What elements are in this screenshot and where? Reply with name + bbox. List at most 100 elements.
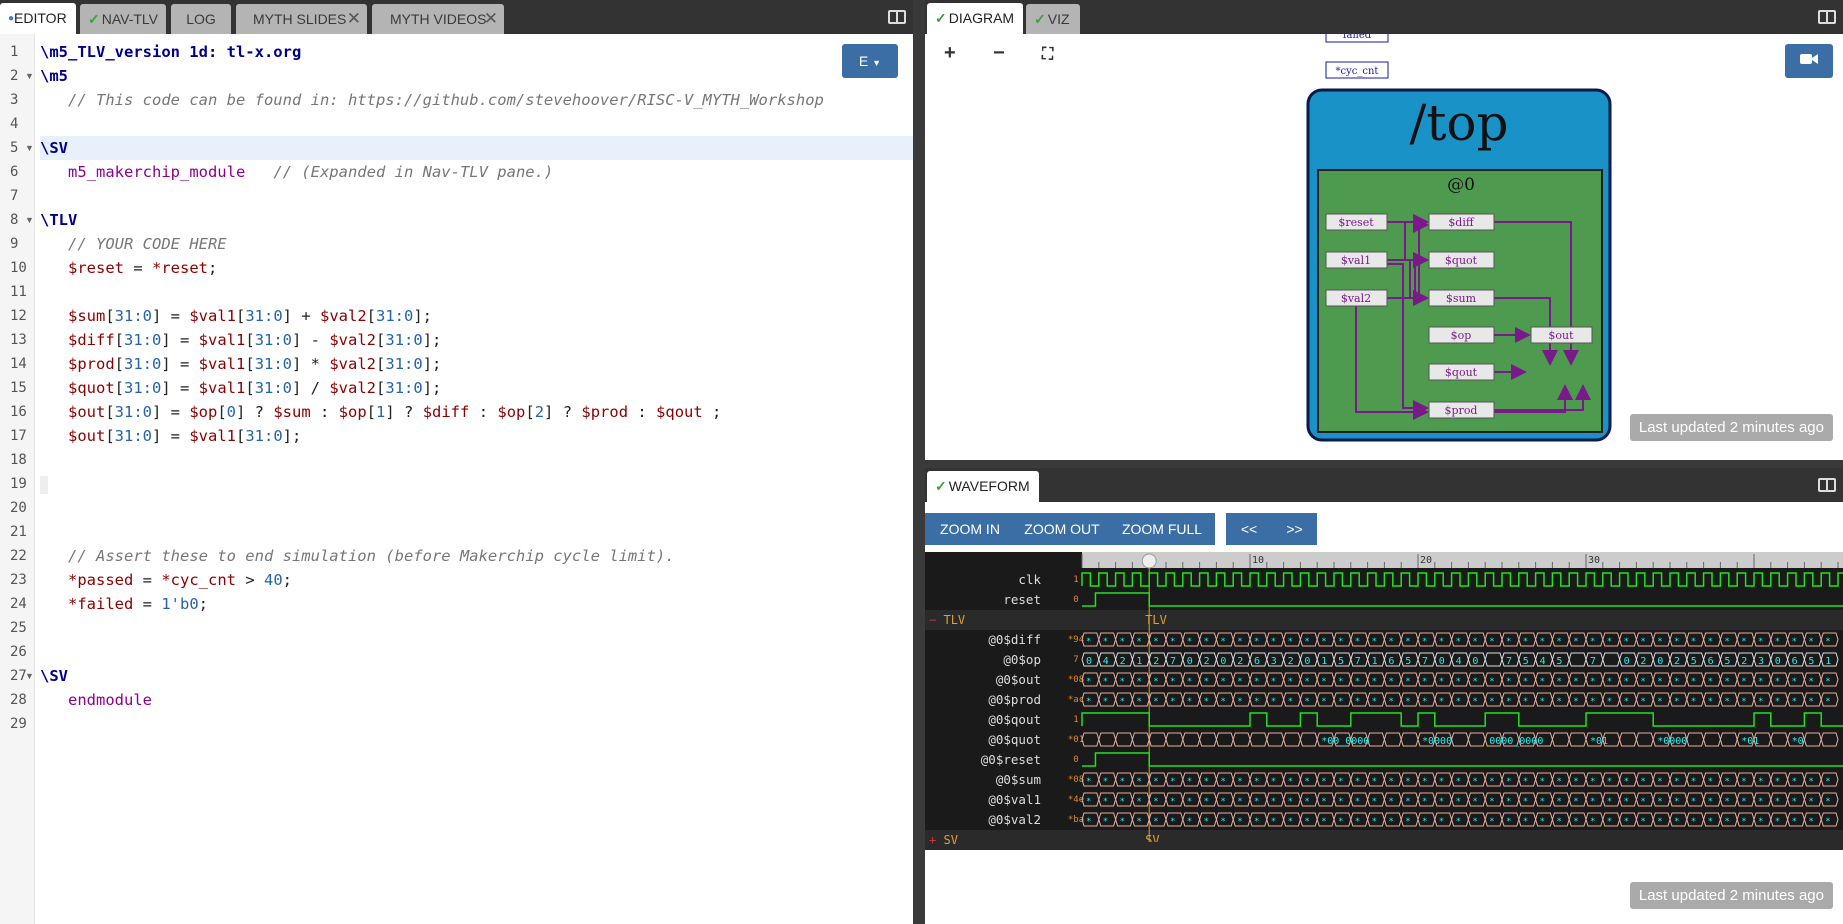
scroll-right-button[interactable]: >> — [1272, 513, 1317, 545]
bus-value: * — [1304, 677, 1309, 687]
split-layout-icon[interactable] — [1818, 10, 1836, 24]
zoom-full-button[interactable]: ZOOM FULL — [1109, 513, 1215, 545]
bus-value: * — [1422, 777, 1427, 787]
bus-value: * — [1288, 817, 1293, 827]
code-line[interactable]: $prod[31:0] = $val1[31:0] * $val2[31:0]; — [40, 352, 913, 376]
bus-value: * — [1708, 817, 1713, 827]
tab-editor[interactable]: ●EDITOR — [0, 3, 76, 34]
op-value: 5 — [1556, 656, 1562, 667]
code-line[interactable]: $diff[31:0] = $val1[31:0] - $val2[31:0]; — [40, 328, 913, 352]
tab-nav-tlv-label: NAV-TLV — [101, 11, 159, 27]
zoom-out-button-label: ZOOM OUT — [1024, 521, 1100, 537]
code-line[interactable] — [40, 184, 913, 208]
tab-myth-slides[interactable]: MYTH SLIDES ✕ — [236, 4, 367, 34]
bus-segment — [1199, 732, 1217, 747]
tab-waveform[interactable]: ✓ WAVEFORM — [927, 471, 1039, 502]
bus-value: * — [1153, 777, 1158, 787]
bus-value: * — [1237, 677, 1242, 687]
fit-icon[interactable]: ⛶ — [1042, 46, 1053, 64]
bus-value: * — [1204, 777, 1209, 787]
code-line[interactable] — [40, 520, 913, 544]
code-line[interactable] — [40, 496, 913, 520]
code-line[interactable]: m5_makerchip_module // (Expanded in Nav-… — [40, 160, 913, 184]
scroll-left-button[interactable]: << — [1226, 513, 1272, 545]
time-ruler[interactable] — [1082, 552, 1843, 568]
code-line[interactable]: $reset = *reset; — [40, 256, 913, 280]
zoom-out-icon[interactable]: − — [993, 42, 1005, 65]
code-line[interactable]: \m5_TLV_version 1d: tl-x.org — [40, 40, 913, 64]
split-layout-icon[interactable] — [888, 10, 906, 24]
line-gutter: 1 2 ▼ 3 4 5 ▼ 6 7 8 ▼ 9 10 11 12 13 14 15 16 17 18 19 20 21 22 23… — [0, 34, 35, 924]
bus-segment — [1820, 732, 1839, 747]
e-menu-button[interactable]: E ▼ — [842, 44, 898, 78]
bus-segment — [1098, 732, 1117, 747]
code-line[interactable]: // YOUR CODE HERE — [40, 232, 913, 256]
split-layout-icon[interactable] — [1818, 478, 1836, 492]
tab-diagram[interactable]: ✓ DIAGRAM — [927, 3, 1023, 34]
code-line[interactable] — [40, 472, 913, 496]
code-line[interactable]: *passed = *cyc_cnt > 40; — [40, 568, 913, 592]
quot-value: *01 — [1741, 736, 1759, 747]
bus-value: * — [1758, 817, 1763, 827]
diagram-canvas[interactable]: failed *cyc_cnt /top @0 $reset $diff $va… — [925, 34, 1843, 460]
code-line[interactable]: // This code can be found in: https://gi… — [40, 88, 913, 112]
close-icon[interactable]: ✕ — [347, 4, 361, 34]
bus-value: * — [1405, 637, 1410, 647]
code-line[interactable] — [40, 616, 913, 640]
waveform-viewer[interactable]: clk 1 reset 0− TLV @0$diff *94 @0$op 7 @0$out *08… — [925, 552, 1843, 850]
bus-segment — [1215, 732, 1234, 747]
code-line[interactable] — [40, 280, 913, 304]
bus-value: * — [1422, 817, 1427, 827]
ruler-label: 20 — [1420, 555, 1432, 566]
tab-log[interactable]: LOG — [171, 4, 231, 34]
code-line[interactable]: *failed = 1'b0; — [40, 592, 913, 616]
horizontal-splitter[interactable] — [925, 460, 1843, 468]
code-token: 40 — [263, 571, 283, 589]
code-token: $val1 — [198, 331, 246, 349]
close-icon[interactable]: ✕ — [484, 4, 498, 34]
bus-value: * — [1472, 777, 1477, 787]
code-line[interactable]: endmodule — [40, 688, 913, 712]
code-line[interactable]: \SV — [40, 136, 913, 160]
bus-value: * — [1741, 817, 1746, 827]
vertical-splitter[interactable] — [913, 0, 925, 924]
fold-toggle-icon[interactable]: ▼ — [25, 64, 34, 88]
zoom-in-button[interactable]: ZOOM IN — [925, 513, 1015, 545]
bus-value: * — [1388, 697, 1393, 707]
code-line[interactable]: $out[31:0] = $op[0] ? $sum : $op[1] ? $d… — [40, 400, 913, 424]
waveform-traces[interactable]: 10 20 30TLV* * * * * * * * * * * * * * * * * * * * * * * * * * * * * * *… — [925, 552, 1843, 842]
line-number: 24 — [10, 596, 27, 612]
bus-value: * — [1439, 777, 1444, 787]
code-line[interactable]: \m5 — [40, 64, 913, 88]
bus-value: * — [1204, 677, 1209, 687]
code-line[interactable]: $out[31:0] = $val1[31:0]; — [40, 424, 913, 448]
fold-toggle-icon[interactable]: ▼ — [25, 208, 34, 232]
zoom-out-button[interactable]: ZOOM OUT — [1015, 513, 1109, 545]
code-token: m5_makerchip_module — [68, 163, 246, 181]
tab-viz[interactable]: ✓ VIZ — [1026, 4, 1080, 34]
bus-value: * — [1506, 797, 1511, 807]
code-line[interactable] — [40, 640, 913, 664]
code-line[interactable] — [40, 712, 913, 736]
tab-myth-videos[interactable]: MYTH VIDEOS ✕ — [372, 4, 504, 34]
line-number: 6 — [10, 164, 19, 180]
code-line[interactable]: // Assert these to end simulation (befor… — [40, 544, 913, 568]
code-line[interactable]: \SV — [40, 664, 913, 688]
camera-button[interactable] — [1785, 44, 1833, 78]
zoom-in-icon[interactable]: + — [944, 42, 956, 65]
bus-value: * — [1624, 697, 1629, 707]
code-line[interactable]: \TLV — [40, 208, 913, 232]
code-line[interactable]: $quot[31:0] = $val1[31:0] / $val2[31:0]; — [40, 376, 913, 400]
code-token: ] ? — [385, 403, 423, 421]
code-line[interactable] — [40, 112, 913, 136]
bus-segment — [1568, 652, 1587, 667]
fold-toggle-icon[interactable]: ▼ — [25, 664, 34, 688]
code-token: ] = — [152, 307, 190, 325]
time-cursor-handle[interactable] — [1141, 553, 1157, 569]
code-line[interactable]: $sum[31:0] = $val1[31:0] + $val2[31:0]; — [40, 304, 913, 328]
code-line[interactable] — [40, 448, 913, 472]
zoom-in-button-label: ZOOM IN — [940, 521, 1000, 537]
tab-nav-tlv[interactable]: ✓ NAV-TLV — [80, 4, 166, 34]
fold-toggle-icon[interactable]: ▼ — [25, 136, 34, 160]
